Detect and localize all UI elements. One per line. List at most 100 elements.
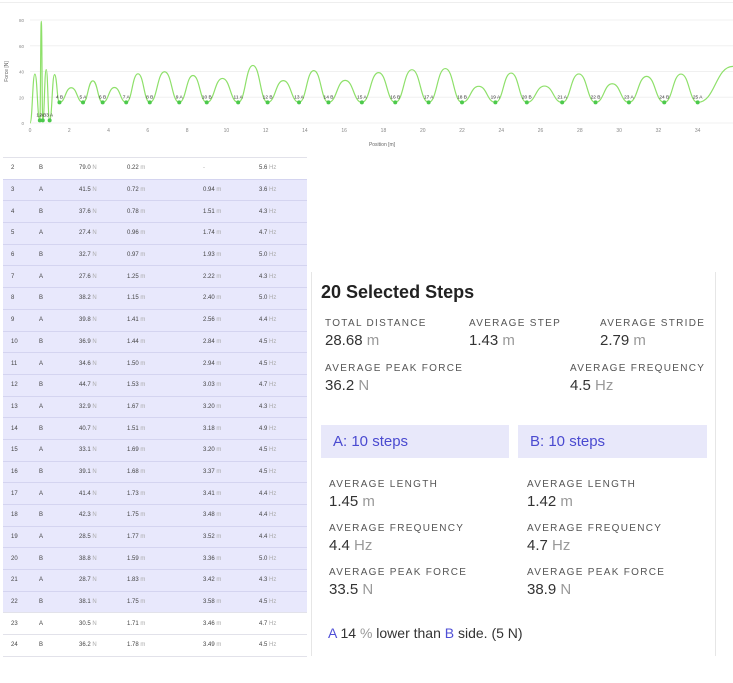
peak-force-unit: N xyxy=(92,360,97,367)
stride-length-cell: 2.40 m xyxy=(195,287,251,310)
step-marker xyxy=(40,118,45,123)
table-row[interactable]: 21 A 28.7 N 1.83 m 3.42 m 4.3 Hz xyxy=(3,569,307,592)
table-row[interactable]: 13 A 32.9 N 1.67 m 3.20 m 4.3 Hz xyxy=(3,395,307,418)
table-row[interactable]: 10 B 36.9 N 1.44 m 2.84 m 4.5 Hz xyxy=(3,330,307,353)
step-length-unit: m xyxy=(140,273,146,280)
frequency-value: 4.3 xyxy=(259,577,268,584)
step-marker-label: 16 B xyxy=(390,94,400,100)
stride-length-value: 3.20 xyxy=(203,403,215,410)
step-length-cell: 1.59 m xyxy=(119,547,195,570)
step-marker-label: 14 B xyxy=(324,94,334,100)
table-row[interactable]: 3 A 41.5 N 0.72 m 0.94 m 3.6 Hz xyxy=(3,178,307,201)
side-b-length-unit: m xyxy=(560,493,573,510)
table-row[interactable]: 7 A 27.6 N 1.25 m 2.22 m 4.3 Hz xyxy=(3,265,307,288)
frequency-value: 5.0 xyxy=(259,555,268,562)
frequency-value: 4.4 xyxy=(259,490,268,497)
step-marker-label: 24 B xyxy=(659,94,669,100)
side-b-length-value: 1.42 xyxy=(527,493,557,510)
x-tick-label: 8 xyxy=(186,128,189,134)
table-row[interactable]: 12 B 44.7 N 1.53 m 3.03 m 4.7 Hz xyxy=(3,373,307,397)
x-tick-label: 6 xyxy=(146,128,149,134)
table-row[interactable]: 20 B 38.8 N 1.59 m 3.36 m 5.0 Hz xyxy=(3,547,307,570)
step-length-value: 0.22 xyxy=(127,165,139,172)
total-distance-value: 28.68 xyxy=(325,332,363,349)
step-length-value: 0.78 xyxy=(127,208,139,215)
stride-length-unit: m xyxy=(216,273,222,280)
step-length-unit: m xyxy=(140,317,146,324)
table-row[interactable]: 24 B 36.2 N 1.78 m 3.49 m 4.5 Hz xyxy=(3,634,307,657)
side-a-length-stat: AVERAGE LENGTH 1.45 m xyxy=(329,479,438,510)
side-value: A xyxy=(39,273,44,280)
table-row[interactable]: 19 A 28.5 N 1.77 m 3.52 m 4.4 Hz xyxy=(3,525,307,548)
peak-force-cell: 79.0 N xyxy=(71,157,119,180)
step-marker-label: 5 A xyxy=(80,94,88,100)
frequency-unit: Hz xyxy=(269,165,277,172)
step-marker xyxy=(524,100,529,105)
table-row[interactable]: 18 B 42.3 N 1.75 m 3.48 m 4.4 Hz xyxy=(3,504,307,527)
table-row[interactable]: 2 B 79.0 N 0.22 m- 5.6 Hz xyxy=(3,157,307,180)
table-row[interactable]: 22 B 38.1 N 1.75 m 3.58 m 4.5 Hz xyxy=(3,590,307,613)
side-a-peak-force-stat: AVERAGE PEAK FORCE 33.5 N xyxy=(329,567,467,598)
peak-force-value: 40.7 xyxy=(79,425,91,432)
step-length-value: 1.67 xyxy=(127,403,139,410)
frequency-unit: Hz xyxy=(269,252,277,259)
table-row[interactable]: 23 A 30.5 N 1.71 m 3.46 m 4.7 Hz xyxy=(3,612,307,635)
stride-length-cell: 3.46 m xyxy=(195,612,251,635)
frequency-cell: 4.5 Hz xyxy=(251,590,307,613)
total-distance-label: TOTAL DISTANCE xyxy=(325,318,427,329)
summary-panel: 20 Selected Steps TOTAL DISTANCE 28.68 m… xyxy=(311,272,716,656)
peak-force-value: 44.7 xyxy=(79,382,91,389)
step-number-cell: 20 xyxy=(3,547,31,570)
step-number-value: 2 xyxy=(11,165,15,172)
frequency-cell: 4.7 Hz xyxy=(251,612,307,635)
frequency-cell: 4.3 Hz xyxy=(251,200,307,223)
table-row[interactable]: 11 A 34.6 N 1.50 m 2.94 m 4.5 Hz xyxy=(3,352,307,375)
peak-force-unit: N xyxy=(92,317,97,324)
table-row[interactable]: 15 A 33.1 N 1.69 m 3.20 m 4.5 Hz xyxy=(3,438,307,462)
side-cell: B xyxy=(31,373,71,397)
peak-force-value: 32.7 xyxy=(79,252,91,259)
step-length-unit: m xyxy=(140,382,146,389)
step-length-unit: m xyxy=(140,360,146,367)
stride-length-cell: 1.93 m xyxy=(195,243,251,266)
frequency-cell: 5.6 Hz xyxy=(251,157,307,180)
side-a-header: A: 10 steps xyxy=(321,425,509,458)
peak-force-value: 34.6 xyxy=(79,360,91,367)
x-tick-label: 26 xyxy=(538,128,544,134)
table-row[interactable]: 14 B 40.7 N 1.51 m 3.18 m 4.9 Hz xyxy=(3,417,307,440)
table-row[interactable]: 9 A 39.8 N 1.41 m 2.56 m 4.4 Hz xyxy=(3,308,307,331)
frequency-value: 4.5 xyxy=(259,468,268,475)
frequency-value: 4.4 xyxy=(259,317,268,324)
average-peak-force-unit: N xyxy=(358,377,370,394)
step-marker-label: 12 B xyxy=(263,94,273,100)
average-stride-label: AVERAGE STRIDE xyxy=(600,318,706,329)
step-length-unit: m xyxy=(140,642,146,649)
table-row[interactable]: 4 B 37.6 N 0.78 m 1.51 m 4.3 Hz xyxy=(3,200,307,223)
peak-force-cell: 33.1 N xyxy=(71,438,119,462)
frequency-cell: 4.7 Hz xyxy=(251,373,307,397)
frequency-cell: 4.5 Hz xyxy=(251,352,307,375)
step-number-value: 13 xyxy=(11,403,18,410)
step-number-cell: 10 xyxy=(3,330,31,353)
step-marker xyxy=(81,100,86,105)
step-marker-label: 21 A xyxy=(557,94,567,100)
table-row[interactable]: 6 B 32.7 N 0.97 m 1.93 m 5.0 Hz xyxy=(3,243,307,266)
average-step-stat: AVERAGE STEP 1.43 m xyxy=(469,318,561,349)
peak-force-cell: 42.3 N xyxy=(71,504,119,527)
peak-force-value: 30.5 xyxy=(79,620,91,627)
table-row[interactable]: 8 B 38.2 N 1.15 m 2.40 m 5.0 Hz xyxy=(3,287,307,310)
table-row[interactable]: 17 A 41.4 N 1.73 m 3.41 m 4.4 Hz xyxy=(3,482,307,505)
frequency-unit: Hz xyxy=(269,512,277,519)
table-row[interactable]: 16 B 39.1 N 1.68 m 3.37 m 4.5 Hz xyxy=(3,460,307,483)
stride-length-cell: 3.49 m xyxy=(195,634,251,657)
step-length-cell: 1.77 m xyxy=(119,525,195,548)
side-cell: B xyxy=(31,634,71,657)
average-stride-unit: m xyxy=(633,332,646,349)
step-marker-label: 7 A xyxy=(123,94,131,100)
step-marker xyxy=(100,100,105,105)
peak-force-value: 39.1 xyxy=(79,468,91,475)
table-row[interactable]: 5 A 27.4 N 0.96 m 1.74 m 4.7 Hz xyxy=(3,222,307,245)
peak-force-unit: N xyxy=(92,512,97,519)
side-cell: B xyxy=(31,590,71,613)
side-b-peak-force-label: AVERAGE PEAK FORCE xyxy=(527,567,666,578)
